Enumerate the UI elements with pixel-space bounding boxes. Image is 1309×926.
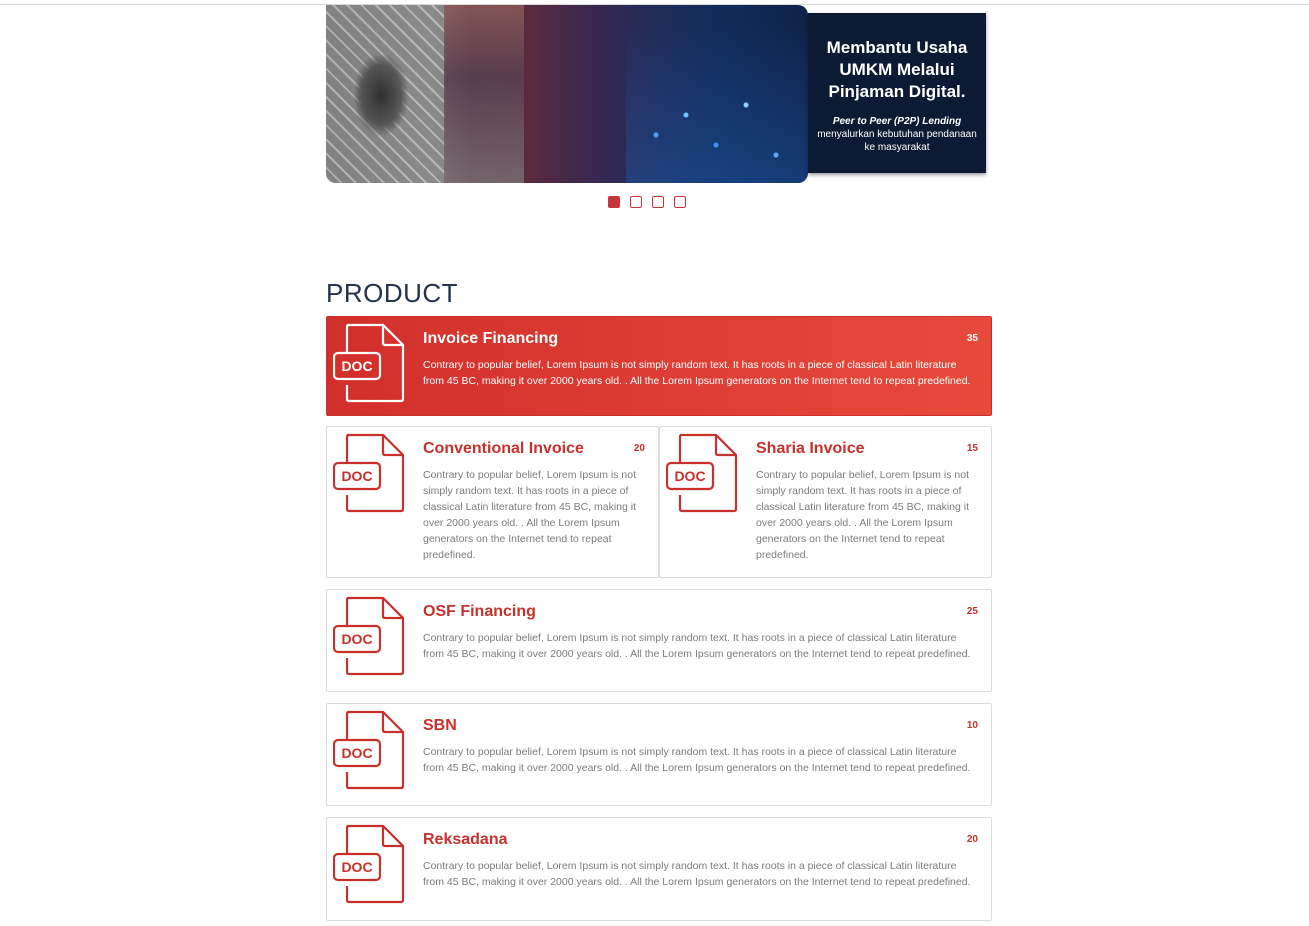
doc-icon-label: DOC: [341, 745, 372, 761]
product-description: Contrary to popular belief, Lorem Ipsum …: [423, 746, 971, 774]
doc-icon-label: DOC: [674, 468, 705, 484]
banner-headline: Membantu Usaha UMKM Melalui Pinjaman Dig…: [826, 38, 968, 101]
product-count-badge: 20: [966, 834, 978, 845]
banner-photo-worker: [326, 5, 446, 183]
product-description: Contrary to popular belief, Lorem Ipsum …: [756, 469, 970, 561]
product-description: Contrary to popular belief, Lorem Ipsum …: [423, 860, 971, 888]
product-count-badge: 25: [966, 606, 978, 617]
product-count-badge: 15: [966, 443, 978, 454]
product-title[interactable]: OSF Financing: [423, 603, 536, 621]
doc-file-icon: DOC: [332, 596, 405, 676]
product-count-badge: 35: [966, 333, 978, 344]
product-section-title: PRODUCT: [326, 278, 459, 308]
product-count-badge: 10: [966, 720, 978, 731]
doc-file-icon: DOC: [665, 433, 738, 513]
product-description: Contrary to popular belief, Lorem Ipsum …: [423, 469, 637, 561]
carousel-indicators: [608, 196, 686, 208]
carousel-dot-4[interactable]: [674, 196, 686, 208]
product-card-invoice-financing[interactable]: DOC Invoice Financing 35 Contrary to popul…: [326, 316, 992, 416]
product-title[interactable]: Reksadana: [423, 831, 508, 849]
doc-icon-label: DOC: [341, 468, 372, 484]
product-description: Contrary to popular belief, Lorem Ipsum …: [423, 359, 971, 387]
product-title[interactable]: Conventional Invoice: [423, 440, 584, 458]
doc-file-icon: DOC: [332, 433, 405, 513]
carousel-dot-3[interactable]: [652, 196, 664, 208]
doc-file-icon: DOC: [332, 710, 405, 790]
doc-icon-label: DOC: [341, 631, 372, 647]
product-title[interactable]: SBN: [423, 717, 457, 735]
product-count-badge: 20: [633, 443, 645, 454]
banner-subtitle: Peer to Peer (P2P) Lending: [832, 116, 962, 127]
product-title[interactable]: Sharia Invoice: [756, 440, 865, 458]
product-description: Contrary to popular belief, Lorem Ipsum …: [423, 632, 971, 660]
banner-subtext: menyalurkan kebutuhan pendanaan ke masya…: [817, 129, 977, 153]
product-card-sbn[interactable]: DOC SBN 10 Contrary to popular belief, Lor…: [326, 703, 992, 806]
carousel-dot-2[interactable]: [630, 196, 642, 208]
product-title[interactable]: Invoice Financing: [423, 330, 558, 348]
banner-city-lights: [626, 25, 808, 183]
carousel-dot-1[interactable]: [608, 196, 620, 208]
product-card-conventional-invoice[interactable]: DOC Conventional Invoice 20 Contrary to po…: [326, 426, 659, 578]
banner-text-panel: Membantu Usaha UMKM Melalui Pinjaman Dig…: [808, 13, 986, 173]
banner-photo-middle: [444, 5, 524, 183]
doc-file-icon: DOC: [332, 824, 405, 904]
hero-banner-image[interactable]: [326, 5, 808, 183]
product-card-sharia-invoice[interactable]: DOC Sharia Invoice 15 Contrary to popular …: [659, 426, 992, 578]
doc-file-icon: DOC: [332, 323, 405, 403]
doc-icon-label: DOC: [341, 358, 372, 374]
product-card-osf-financing[interactable]: DOC OSF Financing 25 Contrary to popular b…: [326, 589, 992, 692]
doc-icon-label: DOC: [341, 859, 372, 875]
product-card-reksadana[interactable]: DOC Reksadana 20 Contrary to popular belie…: [326, 817, 992, 921]
